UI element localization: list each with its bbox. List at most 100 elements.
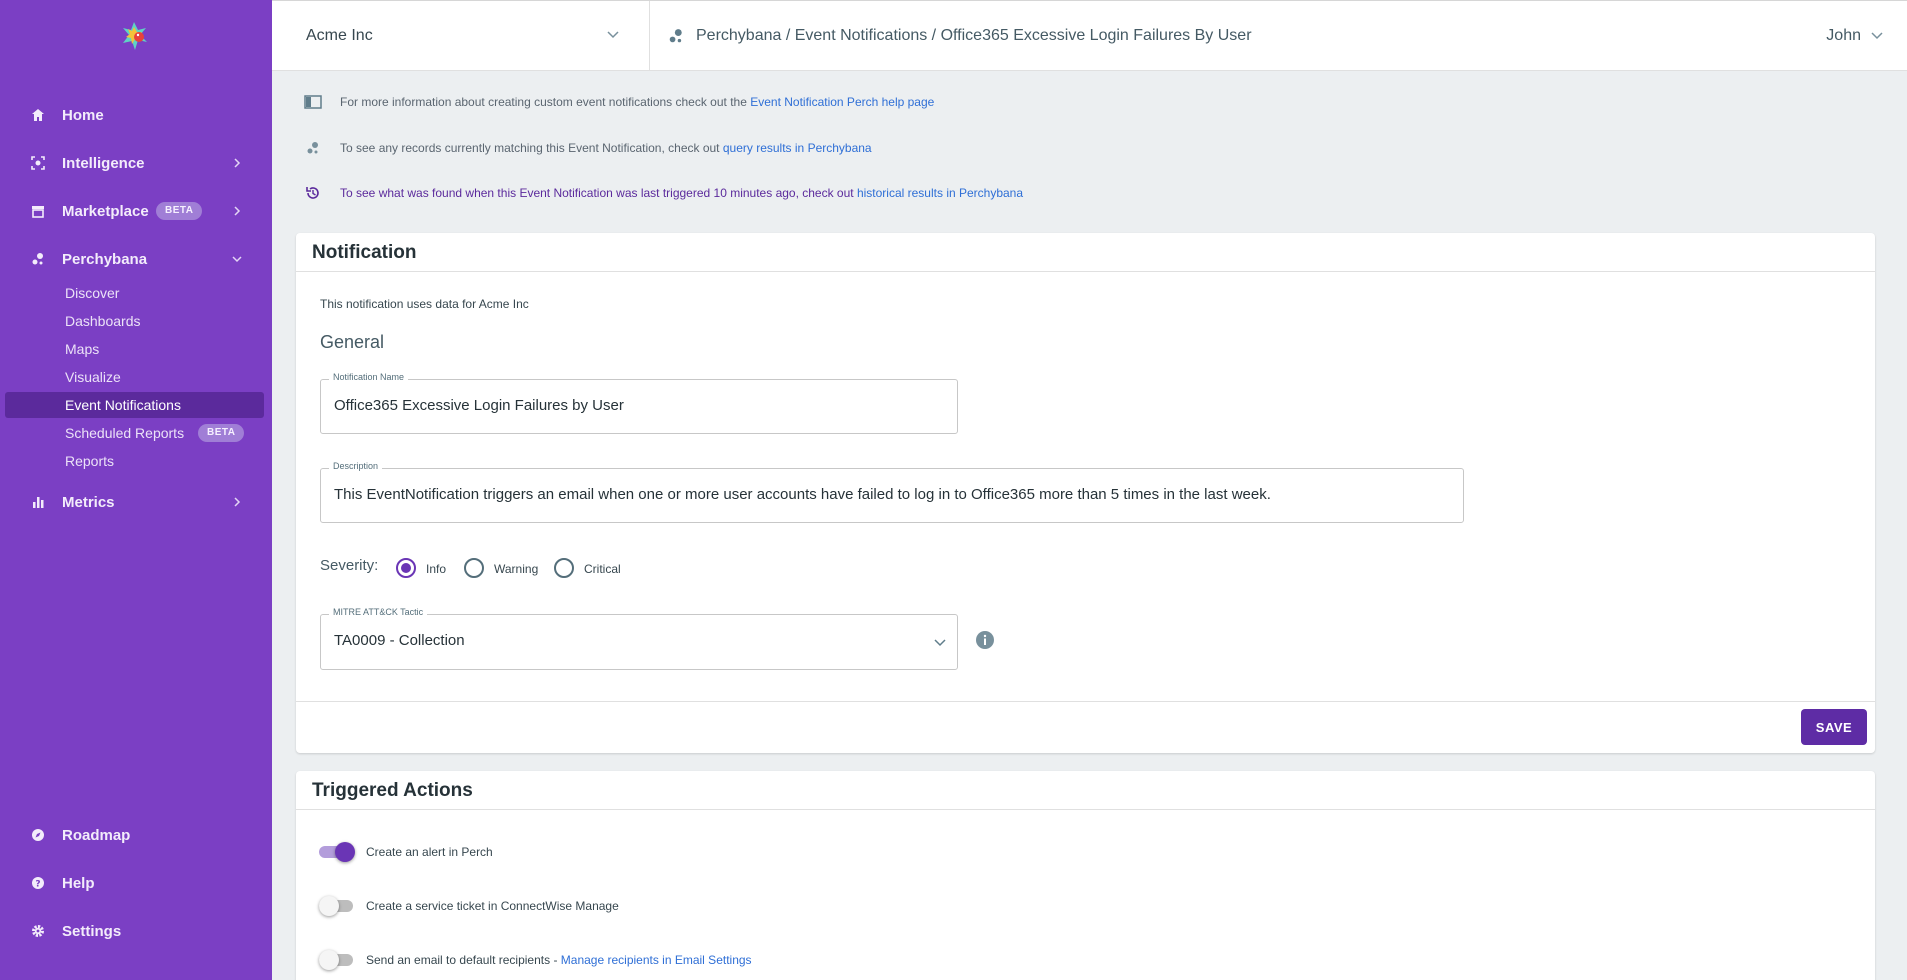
info-line1-text: For more information about creating cust… [340,95,751,109]
toggle-connectwise-ticket[interactable] [319,896,355,916]
field-label: Notification Name [329,372,409,382]
chevron-down-icon [934,639,946,647]
user-menu[interactable]: John [1826,27,1883,45]
severity-info-label: Info [426,562,447,576]
severity-info-radio[interactable] [396,558,416,578]
nav-marketplace[interactable]: Marketplace BETA [0,191,272,231]
org-name: Acme Inc [306,27,373,44]
severity-label: Severity: [320,557,379,574]
field-label: MITRE ATT&CK Tactic [329,607,428,617]
sub-item-label: Scheduled Reports [65,425,185,441]
section-title: General [320,332,385,352]
query-results-link[interactable]: query results in Perchybana [723,141,872,155]
sub-item-label: Reports [65,453,115,469]
chevron-down-icon [607,31,619,39]
sub-item-label: Visualize [65,369,121,385]
chevron-down-icon [1871,32,1883,40]
sub-item-scheduled-reports[interactable]: Scheduled Reports BETA [5,420,264,446]
sub-item-label: Dashboards [65,313,141,329]
action-label: Create a service ticket in ConnectWise M… [366,899,619,913]
info-icon[interactable] [975,630,995,650]
gear-icon [30,923,46,939]
perchybana-icon [30,251,46,267]
sub-item-discover[interactable]: Discover [5,280,264,306]
info-text: For more information about creating cust… [340,95,934,109]
nav-help[interactable]: ? Help [0,863,272,903]
data-note: This notification uses data for Acme Inc [320,297,529,311]
save-button[interactable]: SAVE [1801,709,1867,745]
manage-recipients-link[interactable]: Manage recipients in Email Settings [561,953,752,967]
sub-item-event-notifications[interactable]: Event Notifications [5,392,264,418]
severity-warning-radio[interactable] [464,558,484,578]
breadcrumb-text: Perchybana / Event Notifications / Offic… [696,27,1252,44]
sub-item-visualize[interactable]: Visualize [5,364,264,390]
nav-home-label: Home [62,106,104,124]
toggle-send-email[interactable] [319,950,355,970]
top-bar: Acme Inc Perchybana / Event Notification… [272,0,1907,71]
sub-item-reports[interactable]: Reports [5,448,264,474]
historical-results-link[interactable]: historical results in Perchybana [857,186,1023,200]
toggle-create-alert[interactable] [319,842,355,862]
chevron-right-icon [234,206,241,216]
info-text: To see what was found when this Event No… [340,186,1023,200]
description-field[interactable]: Description This EventNotification trigg… [320,461,1464,523]
description-value: This EventNotification triggers an email… [334,486,1271,503]
info-line2-text: To see any records currently matching th… [340,141,723,155]
bar-chart-icon [30,494,46,510]
severity-critical-radio[interactable] [554,558,574,578]
nav-metrics-label: Metrics [62,493,115,511]
org-selector[interactable]: Acme Inc [272,1,650,71]
nav-metrics[interactable]: Metrics [0,482,272,522]
intelligence-icon [30,155,46,171]
card-title: Triggered Actions [312,780,473,801]
nav-perchybana[interactable]: Perchybana [0,239,272,279]
info-line3-text: To see what was found when this Event No… [340,186,857,200]
nav-home[interactable]: Home [0,95,272,135]
action-label: Send an email to default recipients - Ma… [366,953,752,967]
nav-marketplace-label: Marketplace [62,202,149,220]
nav-perchybana-label: Perchybana [62,250,148,268]
home-icon [30,107,46,123]
divider [296,701,1875,702]
help-page-link[interactable]: Event Notification Perch help page [750,95,934,109]
toggle-knob [335,842,355,862]
sub-item-label: Maps [65,341,100,357]
compass-icon [30,827,46,843]
chevron-right-icon [234,158,241,168]
sub-item-dashboards[interactable]: Dashboards [5,308,264,334]
parrot-logo-icon[interactable] [120,20,150,52]
nav-settings[interactable]: Settings [0,911,272,951]
nav-intelligence-label: Intelligence [62,154,145,172]
card-title: Notification [312,242,417,263]
action-label-text: Send an email to default recipients - [366,953,561,967]
info-text: To see any records currently matching th… [340,141,872,155]
action-label: Create an alert in Perch [366,845,493,859]
book-icon [304,93,322,111]
breadcrumb: Perchybana / Event Notifications / Offic… [668,27,1252,45]
sidebar: Home Intelligence Marketplace BETA Perch… [0,0,272,980]
store-icon [30,203,46,219]
svg-text:?: ? [35,880,40,890]
notification-name-value: Office365 Excessive Login Failures by Us… [334,397,624,414]
divider [296,271,1875,272]
beta-badge: BETA [156,202,203,220]
nav-settings-label: Settings [62,922,122,940]
field-label: Description [329,461,383,471]
nav-roadmap[interactable]: Roadmap [0,815,272,855]
help-icon: ? [30,875,46,891]
sub-item-label: Event Notifications [65,397,181,413]
divider [296,809,1875,810]
mitre-tactic-value: TA0009 - Collection [334,632,465,649]
severity-critical-label: Critical [584,562,621,576]
mitre-tactic-select[interactable]: MITRE ATT&CK Tactic TA0009 - Collection [320,607,958,670]
nav-roadmap-label: Roadmap [62,826,131,844]
notification-name-field[interactable]: Notification Name Office365 Excessive Lo… [320,372,958,434]
chevron-down-icon [232,256,242,263]
notification-card: Notification This notification uses data… [296,233,1875,753]
nav-intelligence[interactable]: Intelligence [0,143,272,183]
severity-warning-label: Warning [494,562,539,576]
sub-item-label: Discover [65,285,120,301]
triggered-actions-card: Triggered Actions Create an alert in Per… [296,771,1875,980]
user-name: John [1826,27,1861,44]
sub-item-maps[interactable]: Maps [5,336,264,362]
